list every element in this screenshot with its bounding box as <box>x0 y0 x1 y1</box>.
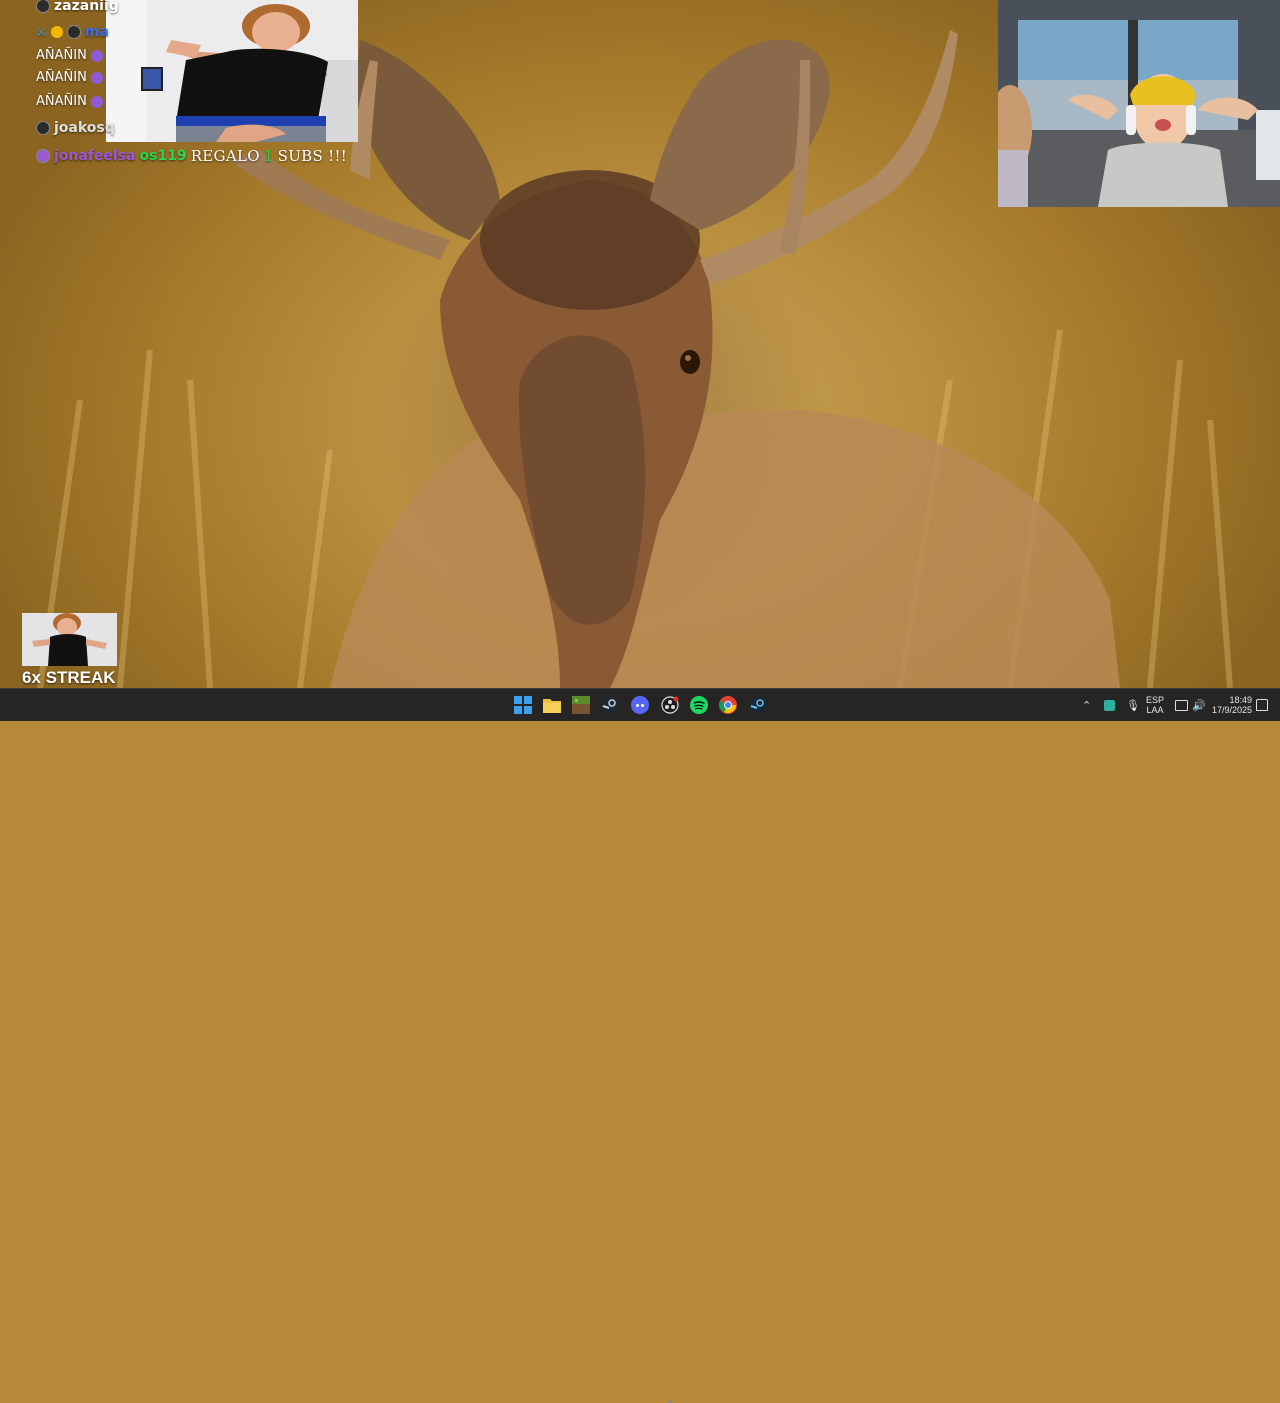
chat-text: AÑAÑIN <box>36 48 87 63</box>
chat-message: AÑAÑIN <box>36 92 103 112</box>
chat-username: joakosq <box>54 120 115 136</box>
chat-username: zazaniig <box>54 0 119 14</box>
taskbar: ⌃ 🎙 ESP LAA 🔊 18:49 17/9/2025 <box>0 688 1280 1403</box>
clock-time: 18:49 <box>1229 695 1252 705</box>
language-layout: LAA <box>1146 705 1164 715</box>
chat-message: joakosq <box>36 118 115 138</box>
tray-overflow-chevron-icon[interactable]: ⌃ <box>1082 689 1091 721</box>
chat-message: AÑAÑIN <box>36 68 103 88</box>
clock[interactable]: 18:49 17/9/2025 <box>1212 689 1252 721</box>
emote-icon <box>90 50 103 62</box>
emote-icon <box>90 96 103 108</box>
windows-start-icon[interactable] <box>513 695 533 715</box>
language-indicator[interactable]: ESP LAA <box>1146 689 1164 721</box>
notification-bell-icon[interactable] <box>1256 689 1268 721</box>
gift-prefix: REGALO <box>190 147 260 165</box>
chat-message: ⚔ ma <box>36 22 109 42</box>
chrome-icon[interactable] <box>718 695 738 715</box>
streak-counter: 6x STREAK <box>22 668 116 687</box>
chat-text: AÑAÑIN <box>36 70 87 85</box>
minecraft-icon[interactable] <box>571 695 591 715</box>
user-badge-icon <box>36 0 50 13</box>
user-badge-icon <box>66 25 81 39</box>
chat-message: AÑAÑIN <box>36 46 103 66</box>
network-icon[interactable] <box>1175 689 1188 721</box>
emote-icon <box>90 72 103 84</box>
coin-icon <box>50 26 63 38</box>
chat-message: jonafeelsa os119 REGALO 1 SUBS !!! <box>36 146 347 166</box>
streak-clip-thumbnail <box>22 613 117 666</box>
chat-username: jonafeelsa <box>54 148 136 164</box>
volume-icon[interactable]: 🔊 <box>1192 689 1206 721</box>
steam-icon-2[interactable] <box>748 695 768 715</box>
steam-icon[interactable] <box>600 695 620 715</box>
gift-gifter: os119 <box>139 148 187 164</box>
clock-date: 17/9/2025 <box>1212 705 1253 715</box>
gift-count: 1 <box>263 147 274 165</box>
chat-text: AÑAÑIN <box>36 94 87 109</box>
obs-icon[interactable] <box>660 695 680 715</box>
chat-overlay: zazaniig ⚔ ma AÑAÑIN AÑAÑIN AÑAÑIN joako… <box>30 0 360 170</box>
user-badge-icon <box>36 121 50 135</box>
microphone-icon[interactable]: 🎙 <box>1126 689 1140 721</box>
sword-icon: ⚔ <box>36 25 47 39</box>
discord-icon[interactable] <box>630 695 650 715</box>
file-explorer-icon[interactable] <box>542 695 562 715</box>
chat-message: zazaniig <box>36 0 119 16</box>
facecam-right <box>998 0 1280 207</box>
gift-suffix: SUBS !!! <box>277 147 348 165</box>
user-badge-icon <box>36 149 50 163</box>
chat-username: ma <box>84 24 109 40</box>
tray-app-icon[interactable] <box>1104 689 1115 721</box>
language-code: ESP <box>1146 695 1165 705</box>
spotify-icon[interactable] <box>689 695 709 715</box>
